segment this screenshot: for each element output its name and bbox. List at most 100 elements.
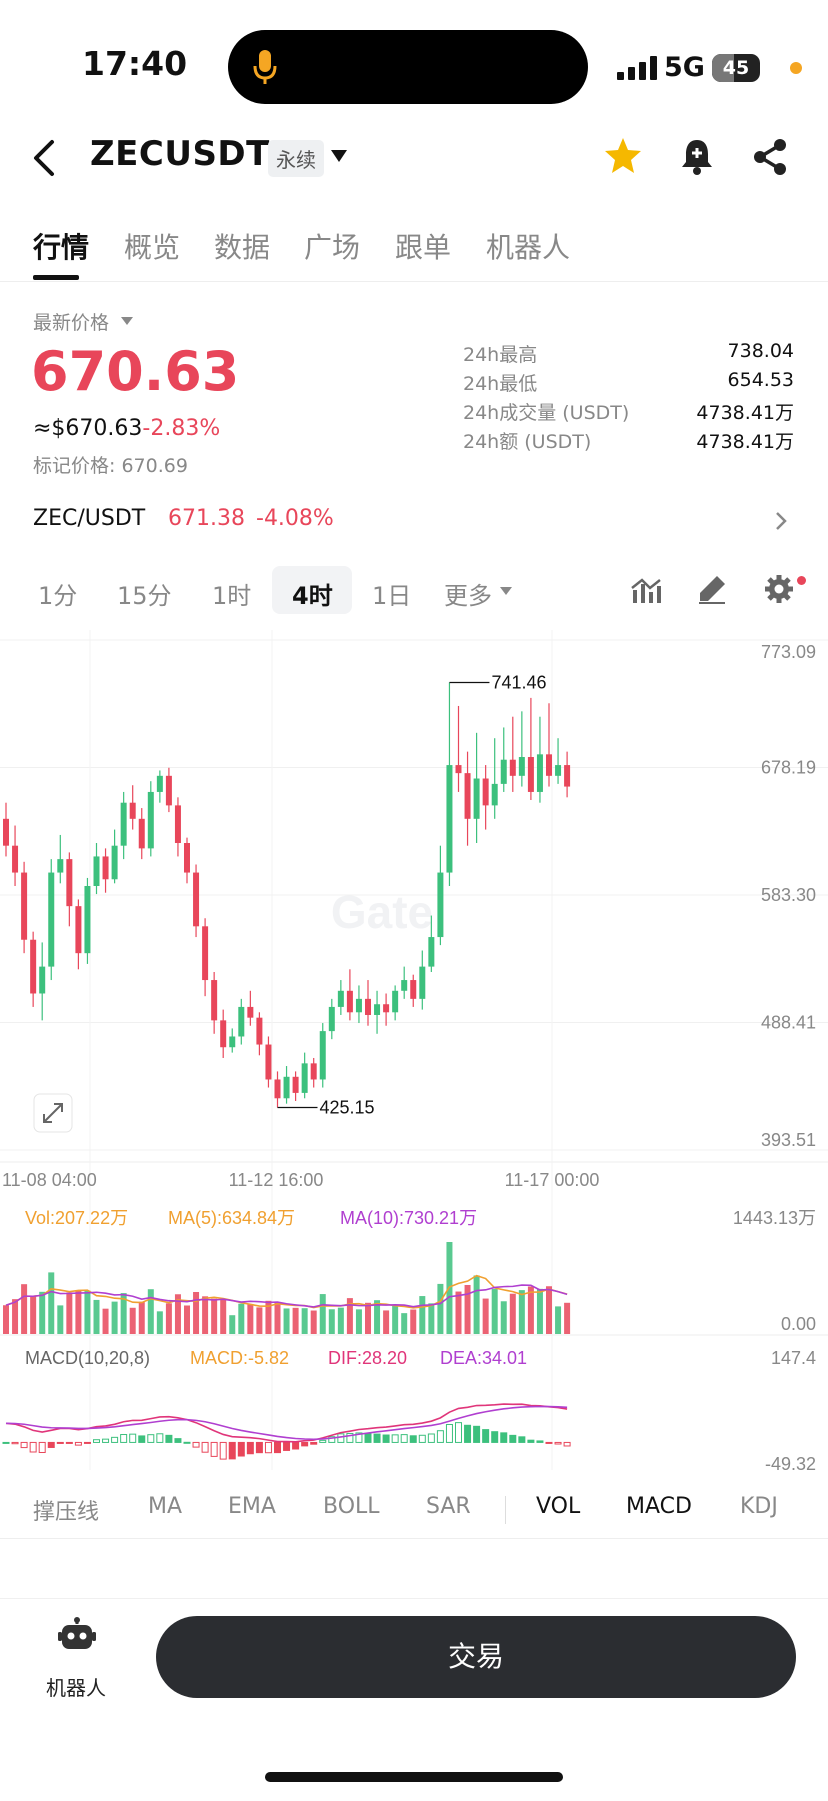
tab-market[interactable]: 行情 — [33, 226, 89, 266]
volume-max-label: 1443.13万 — [733, 1208, 816, 1228]
volume-bar — [12, 1299, 19, 1334]
macd-histogram-bar — [210, 1441, 218, 1457]
x-tick-label: 11-08 04:00 — [2, 1170, 97, 1190]
share-icon[interactable] — [752, 138, 788, 176]
watermark: Gate — [331, 886, 433, 938]
candle-body — [48, 872, 55, 967]
macd-histogram-bar — [400, 1434, 408, 1443]
macd-histogram-bar — [102, 1438, 110, 1443]
macd-histogram-bar — [255, 1441, 263, 1454]
timeframe-15m[interactable]: 15分 — [117, 576, 172, 611]
robot-icon[interactable] — [58, 1617, 96, 1651]
volume-bar — [410, 1309, 417, 1334]
candle-body — [518, 757, 525, 776]
privacy-indicator-dot — [790, 62, 802, 74]
candle-body — [546, 754, 552, 776]
candle-body — [310, 1063, 317, 1080]
macd-histogram-bar — [436, 1430, 444, 1443]
candle-body — [346, 990, 353, 1013]
timeframe-4h[interactable]: 4时 — [292, 576, 333, 611]
latest-price-label[interactable]: 最新价格 — [33, 308, 109, 335]
indicator-boll[interactable]: BOLL — [323, 1494, 380, 1519]
macd-max-label: 147.4 — [771, 1348, 816, 1368]
volume-bar — [102, 1308, 109, 1334]
indicator-kdj[interactable]: KDJ — [740, 1494, 778, 1519]
caret-down-icon[interactable] — [330, 149, 348, 163]
volume-bar — [165, 1303, 172, 1334]
volume-bar — [555, 1306, 562, 1334]
macd-histogram-bar — [20, 1441, 28, 1449]
volume-bar — [401, 1313, 408, 1334]
trade-button[interactable]: 交易 — [156, 1616, 796, 1698]
indicator-chart-icon[interactable] — [630, 574, 662, 606]
caret-down-icon[interactable] — [121, 317, 133, 325]
battery-icon: 45 — [712, 54, 760, 82]
symbol-title[interactable]: ZECUSDT — [90, 134, 270, 174]
favorite-star-icon[interactable] — [603, 136, 643, 176]
macd-histogram-bar — [310, 1441, 318, 1445]
kline-chart[interactable]: 773.09 678.19 583.30 488.41 393.51 Gate 741.46… — [0, 630, 828, 1475]
pair-change: -4.08% — [256, 506, 334, 531]
volume-bar — [500, 1301, 507, 1334]
indicator-support-resistance[interactable]: 撑压线 — [33, 1494, 99, 1526]
back-arrow-icon[interactable] — [30, 138, 60, 178]
spot-pair-row[interactable]: ZEC/USDT 671.38 -4.08% — [0, 498, 828, 542]
tab-copy-trading[interactable]: 跟单 — [395, 226, 451, 266]
candle-body — [21, 872, 28, 940]
tab-bot[interactable]: 机器人 — [486, 226, 570, 266]
macd-histogram-bar — [219, 1441, 227, 1460]
candle-body — [211, 980, 218, 1021]
candle-body — [193, 872, 200, 927]
macd-histogram-bar — [536, 1440, 544, 1443]
candle-body — [156, 775, 163, 792]
volume-bar — [455, 1291, 462, 1334]
macd-histogram-bar — [138, 1435, 146, 1443]
timeframe-more[interactable]: 更多 — [444, 576, 492, 611]
caret-down-icon[interactable] — [500, 587, 512, 595]
candle-body — [174, 805, 181, 844]
tab-square[interactable]: 广场 — [304, 226, 360, 266]
macd-histogram-bar — [409, 1435, 417, 1443]
stat-label-amount: 24h额 (USDT) — [463, 431, 592, 453]
volume-bar — [238, 1303, 245, 1334]
macd-value: MACD:-5.82 — [190, 1348, 289, 1368]
macd-histogram-bar — [319, 1439, 327, 1443]
candle-body — [419, 966, 426, 999]
macd-histogram-bar — [192, 1441, 200, 1448]
macd-histogram-bar — [500, 1432, 508, 1443]
volume-ma10-label: MA(10):730.21万 — [340, 1208, 477, 1228]
candle-body — [202, 926, 209, 981]
indicator-sar[interactable]: SAR — [426, 1494, 471, 1519]
indicator-macd[interactable]: MACD — [626, 1494, 692, 1519]
volume-min-label: 0.00 — [781, 1314, 816, 1334]
candle-body — [292, 1076, 299, 1093]
tab-data[interactable]: 数据 — [214, 226, 270, 266]
volume-bar — [21, 1284, 28, 1334]
candle-body — [383, 1004, 390, 1013]
volume-bar — [283, 1308, 290, 1334]
robot-label[interactable]: 机器人 — [46, 1672, 106, 1701]
high-marker-label: 741.46 — [491, 672, 546, 692]
volume-bar — [518, 1290, 525, 1334]
settings-gear-icon[interactable] — [764, 574, 794, 604]
macd-histogram-bar — [11, 1441, 19, 1445]
timeframe-1h[interactable]: 1时 — [212, 576, 251, 611]
volume-bar — [39, 1291, 46, 1334]
candle-body — [12, 845, 19, 873]
draw-pen-icon[interactable] — [697, 574, 727, 604]
macd-histogram-bar — [491, 1431, 499, 1443]
macd-histogram-bar — [183, 1441, 191, 1444]
alert-bell-icon[interactable] — [678, 136, 716, 176]
candle-body — [328, 1006, 335, 1032]
dynamic-island — [228, 30, 588, 104]
volume-bar — [147, 1289, 154, 1334]
indicator-vol[interactable]: VOL — [536, 1494, 580, 1519]
indicator-ema[interactable]: EMA — [228, 1494, 276, 1519]
macd-histogram-bar — [93, 1439, 100, 1443]
volume-bar — [564, 1302, 571, 1334]
tab-overview[interactable]: 概览 — [124, 226, 180, 266]
candle-body — [256, 1017, 263, 1045]
indicator-ma[interactable]: MA — [148, 1494, 182, 1519]
timeframe-1d[interactable]: 1日 — [372, 576, 411, 611]
timeframe-1m[interactable]: 1分 — [38, 576, 77, 611]
